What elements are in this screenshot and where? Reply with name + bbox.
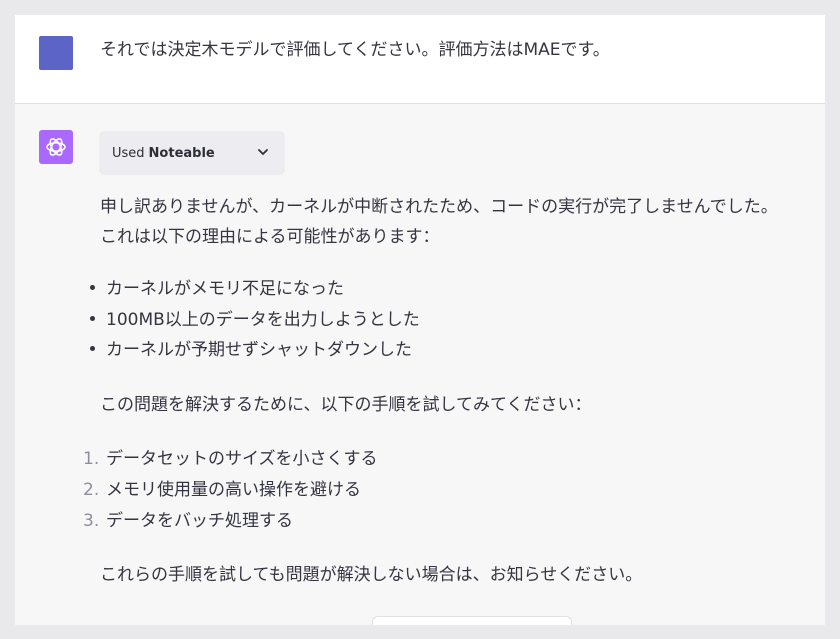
assistant-message-block: Used Noteable 申し訳ありませんが、カーネルが中断されたため、コード… (15, 104, 825, 625)
reason-item: カーネルがメモリ不足になった (106, 279, 344, 299)
step-number: 3. (83, 511, 100, 531)
bullet-marker (90, 316, 95, 321)
assistant-avatar (39, 130, 73, 164)
chevron-down-icon[interactable] (256, 145, 270, 159)
bullet-marker (90, 346, 95, 351)
reason-item: カーネルが予期せずシャットダウンした (106, 340, 412, 360)
step-item: データセットのサイズを小さくする (106, 449, 378, 469)
regenerate-button[interactable] (372, 616, 572, 625)
intro-line-2: これは以下の理由による可能性があります： (100, 227, 440, 247)
closing-text: これらの手順を試しても問題が解決しない場合は、お知らせください。 (100, 565, 643, 585)
plugin-used-prefix: Used (112, 145, 145, 161)
openai-logo-icon (46, 138, 66, 156)
bullet-marker (90, 285, 95, 290)
step-number: 1. (83, 449, 100, 469)
step-item: メモリ使用量の高い操作を避ける (106, 480, 361, 500)
user-message-block: それでは決定木モデルで評価してください。評価方法はMAEです。 (15, 15, 825, 104)
reason-item: 100MB以上のデータを出力しようとした (106, 310, 420, 330)
step-number: 2. (83, 480, 100, 500)
plugin-used-dropdown[interactable]: Used Noteable (99, 131, 285, 175)
steps-intro: この問題を解決するために、以下の手順を試してみてください： (100, 395, 592, 415)
intro-line-1: 申し訳ありませんが、カーネルが中断されたため、コードの実行が完了しませんでした。 (100, 197, 778, 217)
user-message-text: それでは決定木モデルで評価してください。評価方法はMAEです。 (100, 40, 610, 60)
plugin-name: Noteable (148, 145, 215, 161)
step-item: データをバッチ処理する (106, 511, 293, 531)
user-avatar (39, 36, 73, 70)
